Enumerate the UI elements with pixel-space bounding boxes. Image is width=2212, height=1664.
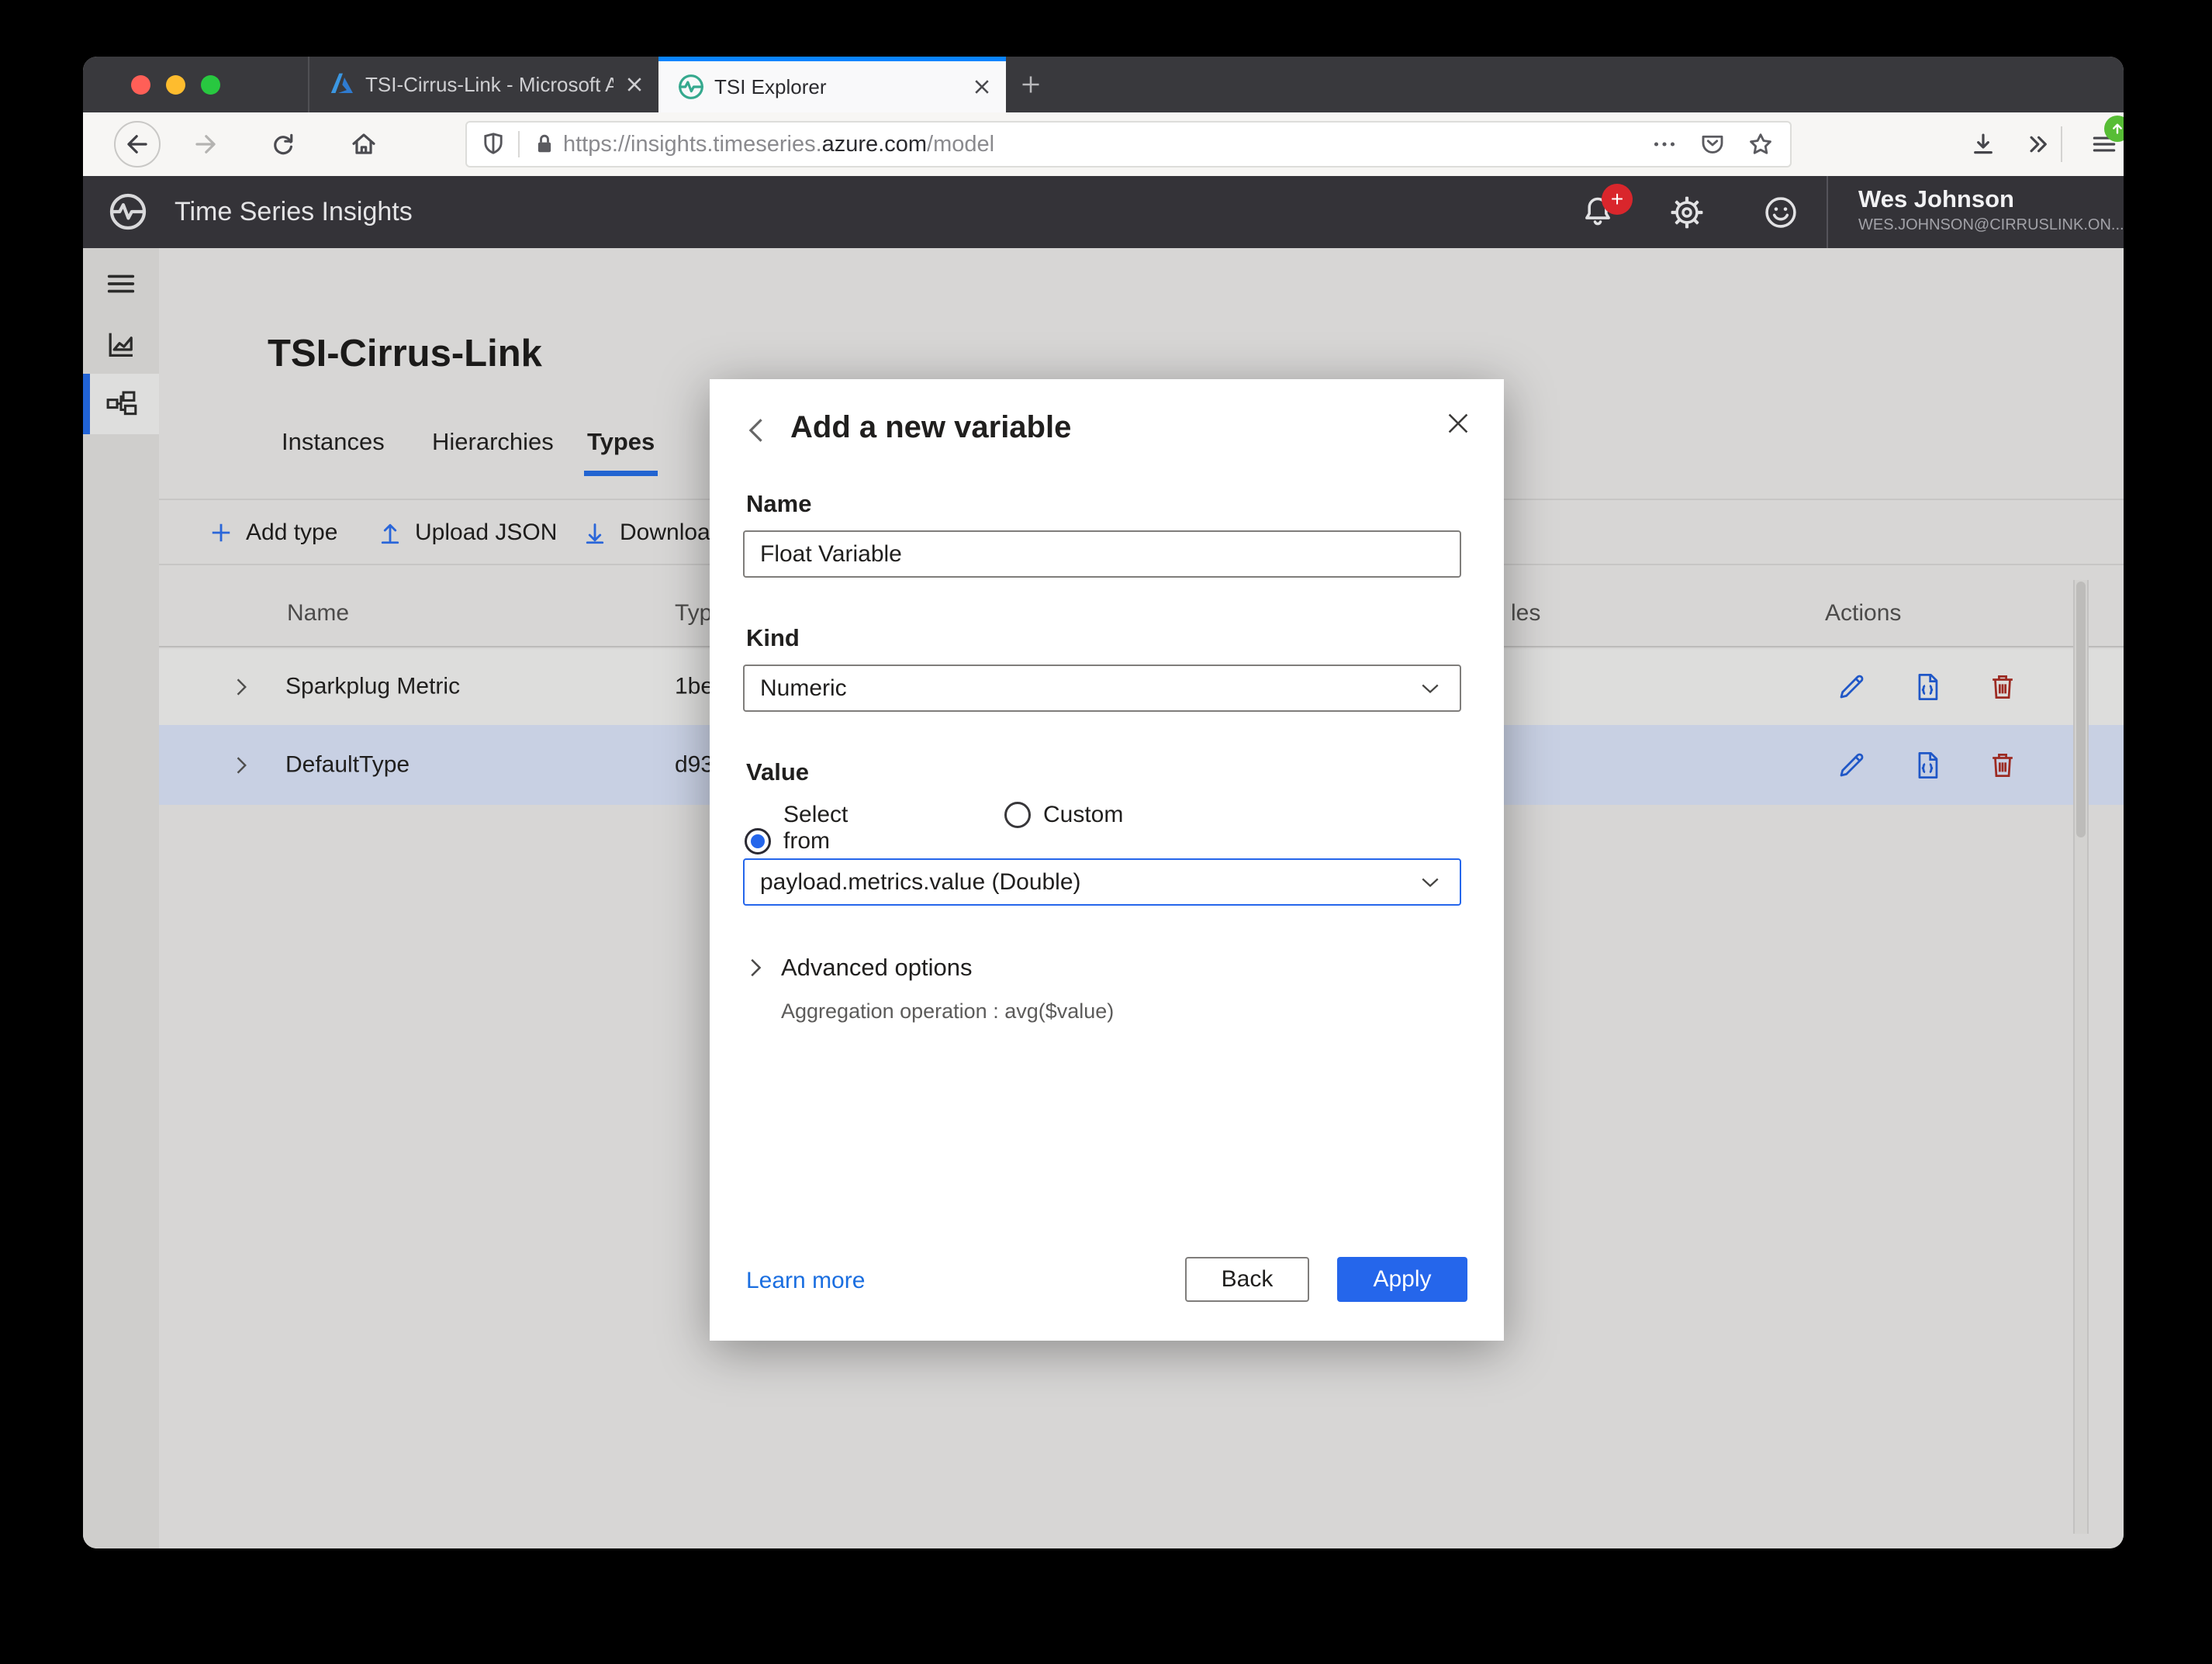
- column-header-actions: Actions: [1825, 600, 1902, 626]
- app-sidebar: [83, 248, 159, 1548]
- tab-title: TSI Explorer: [714, 74, 827, 98]
- back-button[interactable]: [114, 121, 161, 167]
- tracking-shield-icon[interactable]: [479, 130, 507, 158]
- tab-title: TSI-Cirrus-Link - Microsoft Azu: [365, 72, 613, 96]
- url-bar-divider: [518, 131, 520, 157]
- header-divider: [1827, 176, 1828, 248]
- bookmark-star-icon[interactable]: [1747, 130, 1775, 158]
- add-variable-modal: Add a new variable Name Kind Numeric Val…: [710, 379, 1504, 1341]
- close-tab-icon[interactable]: [621, 71, 648, 98]
- chevron-down-icon: [1416, 868, 1444, 896]
- user-account[interactable]: Wes Johnson WES.JOHNSON@CIRRUSLINK.ON...: [1858, 185, 2124, 234]
- tsi-logo-icon[interactable]: [106, 190, 150, 233]
- modal-back-chevron-icon[interactable]: [741, 413, 775, 447]
- chevron-down-icon: [1416, 675, 1444, 703]
- sidebar-item-model[interactable]: [83, 374, 159, 434]
- settings-gear-icon[interactable]: [1668, 193, 1706, 232]
- upload-icon: [381, 523, 399, 544]
- column-header-name[interactable]: Name: [287, 600, 349, 627]
- value-section-label: Value: [746, 758, 809, 785]
- browser-tab-tsi-explorer[interactable]: TSI Explorer: [658, 57, 1006, 112]
- preset-value-dropdown[interactable]: payload.metrics.value (Double): [743, 858, 1461, 906]
- browser-tab-azure[interactable]: TSI-Cirrus-Link - Microsoft Azu: [308, 57, 658, 112]
- sidebar-item-analyze[interactable]: [83, 315, 159, 374]
- radio-selected-icon: [745, 828, 771, 854]
- kind-dropdown[interactable]: Numeric: [743, 665, 1461, 712]
- azure-icon: [327, 69, 358, 100]
- padlock-icon[interactable]: [531, 130, 558, 158]
- home-button[interactable]: [340, 121, 387, 167]
- kind-field-label: Kind: [746, 624, 800, 651]
- url-path: /model: [927, 131, 995, 157]
- user-email: WES.JOHNSON@CIRRUSLINK.ON...: [1858, 216, 2124, 233]
- user-name: Wes Johnson: [1858, 185, 2014, 212]
- tsi-favicon: [676, 71, 707, 102]
- learn-more-link[interactable]: Learn more: [746, 1268, 865, 1294]
- edit-pencil-icon[interactable]: [1834, 670, 1868, 704]
- page-title: TSI-Cirrus-Link: [268, 333, 542, 375]
- zoom-window-button[interactable]: [201, 74, 220, 95]
- scrollbar-thumb[interactable]: [2076, 582, 2086, 837]
- tab-hierarchies[interactable]: Hierarchies: [432, 428, 554, 476]
- url-text: https://insights.timeseries.azure.com/mo…: [563, 132, 1650, 157]
- delete-trash-icon[interactable]: [1986, 748, 2020, 782]
- toolbar-divider: [2061, 126, 2062, 162]
- reload-button[interactable]: [260, 121, 306, 167]
- modal-title: Add a new variable: [790, 410, 1072, 444]
- variable-name-input[interactable]: [743, 530, 1461, 578]
- radio-unselected-icon: [1004, 802, 1031, 828]
- delete-trash-icon[interactable]: [1986, 670, 2020, 704]
- upload-json-button[interactable]: Upload JSON: [376, 500, 557, 565]
- pocket-icon[interactable]: [1699, 130, 1726, 158]
- browser-tab-bar: TSI-Cirrus-Link - Microsoft Azu TSI Expl…: [83, 57, 2124, 112]
- view-json-icon[interactable]: [1910, 748, 1944, 782]
- expand-chevron-icon[interactable]: [227, 751, 255, 779]
- forward-button[interactable]: [182, 121, 229, 167]
- chevron-right-icon: [751, 958, 762, 977]
- desktop-background: TSI-Cirrus-Link - Microsoft Azu TSI Expl…: [0, 0, 2212, 1664]
- url-domain: azure.com: [821, 131, 928, 157]
- view-json-icon[interactable]: [1910, 670, 1944, 704]
- kind-selected-value: Numeric: [760, 675, 847, 701]
- plus-icon: [212, 523, 230, 542]
- add-type-button[interactable]: Add type: [207, 500, 337, 565]
- url-bar[interactable]: https://insights.timeseries.azure.com/mo…: [465, 121, 1792, 167]
- window-controls: [83, 57, 308, 112]
- name-field-label: Name: [746, 490, 812, 517]
- close-window-button[interactable]: [131, 74, 150, 95]
- tab-instances[interactable]: Instances: [282, 428, 385, 476]
- edit-pencil-icon[interactable]: [1834, 748, 1868, 782]
- expand-chevron-icon[interactable]: [227, 673, 255, 701]
- table-scrollbar[interactable]: [2073, 580, 2089, 1534]
- toolbar-overflow-icon[interactable]: [2014, 121, 2061, 167]
- chart-icon: [103, 326, 139, 362]
- app-title: Time Series Insights: [175, 197, 413, 226]
- tab-types[interactable]: Types: [584, 428, 658, 476]
- new-tab-button[interactable]: [1006, 57, 1056, 112]
- model-hierarchy-icon: [103, 386, 139, 422]
- close-tab-icon[interactable]: [969, 74, 995, 100]
- preset-selected-value: payload.metrics.value (Double): [760, 868, 1081, 895]
- apply-button[interactable]: Apply: [1337, 1257, 1467, 1302]
- modal-close-icon[interactable]: [1442, 407, 1474, 440]
- page-actions-dots-icon[interactable]: [1650, 130, 1678, 158]
- feedback-smiley-icon[interactable]: [1761, 193, 1800, 232]
- type-name-cell: Sparkplug Metric: [285, 673, 461, 699]
- minimize-window-button[interactable]: [166, 74, 185, 95]
- radio-custom[interactable]: Custom: [1004, 802, 1123, 828]
- advanced-options-toggle[interactable]: Advanced options: [741, 953, 972, 982]
- download-icon: [586, 523, 604, 544]
- browser-navigation-bar: https://insights.timeseries.azure.com/mo…: [83, 112, 2124, 176]
- column-header-variables-truncated[interactable]: les: [1511, 600, 1540, 627]
- url-prefix: https://insights.timeseries.: [563, 131, 822, 157]
- sidebar-menu-toggle[interactable]: [83, 259, 159, 309]
- type-name-cell: DefaultType: [285, 751, 410, 777]
- notification-count-badge[interactable]: +: [1602, 184, 1633, 215]
- aggregation-operation-text: Aggregation operation : avg($value): [781, 999, 1115, 1023]
- downloads-icon[interactable]: [1960, 121, 2006, 167]
- back-button[interactable]: Back: [1185, 1257, 1309, 1302]
- tsi-app-header: Time Series Insights + Wes Johnson WES.J…: [83, 176, 2124, 248]
